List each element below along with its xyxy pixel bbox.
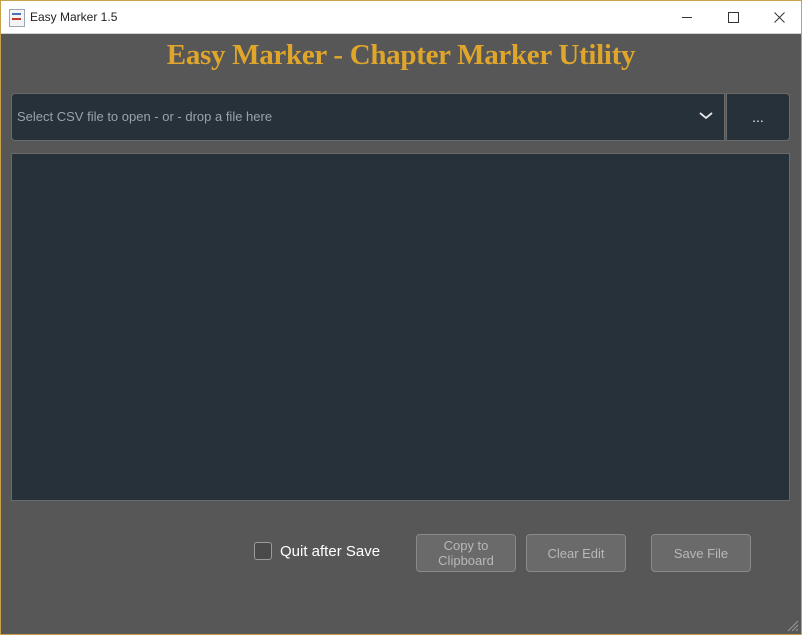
browse-button[interactable]: ... [726,93,790,141]
app-window: Easy Marker 1.5 Easy Marker - Chapter Ma… [0,0,802,635]
app-icon [9,9,25,27]
copy-button-label-line1: Copy to [443,538,489,553]
chevron-down-icon[interactable] [698,108,714,124]
resize-grip-icon[interactable] [785,618,799,632]
marker-editor[interactable] [11,153,790,501]
clear-edit-button[interactable]: Clear Edit [526,534,626,572]
copy-to-clipboard-button[interactable]: Copy to Clipboard [416,534,516,572]
save-file-button[interactable]: Save File [651,534,751,572]
quit-after-save-option[interactable]: Quit after Save [254,542,380,560]
copy-button-label-line2: Clipboard [438,553,494,568]
maximize-icon [727,11,739,23]
csv-file-combobox[interactable]: Select CSV file to open - or - drop a fi… [11,93,725,141]
quit-after-save-label: Quit after Save [280,542,381,560]
close-icon [773,11,785,23]
close-button[interactable] [756,1,801,33]
quit-after-save-checkbox[interactable] [254,542,272,560]
minimize-button[interactable] [664,1,710,33]
maximize-button[interactable] [710,1,756,33]
page-title: Easy Marker - Chapter Marker Utility [166,39,636,71]
minimize-icon [682,16,692,18]
window-title: Easy Marker 1.5 [30,10,118,24]
title-bar[interactable]: Easy Marker 1.5 [1,1,801,34]
csv-file-placeholder: Select CSV file to open - or - drop a fi… [17,109,273,124]
